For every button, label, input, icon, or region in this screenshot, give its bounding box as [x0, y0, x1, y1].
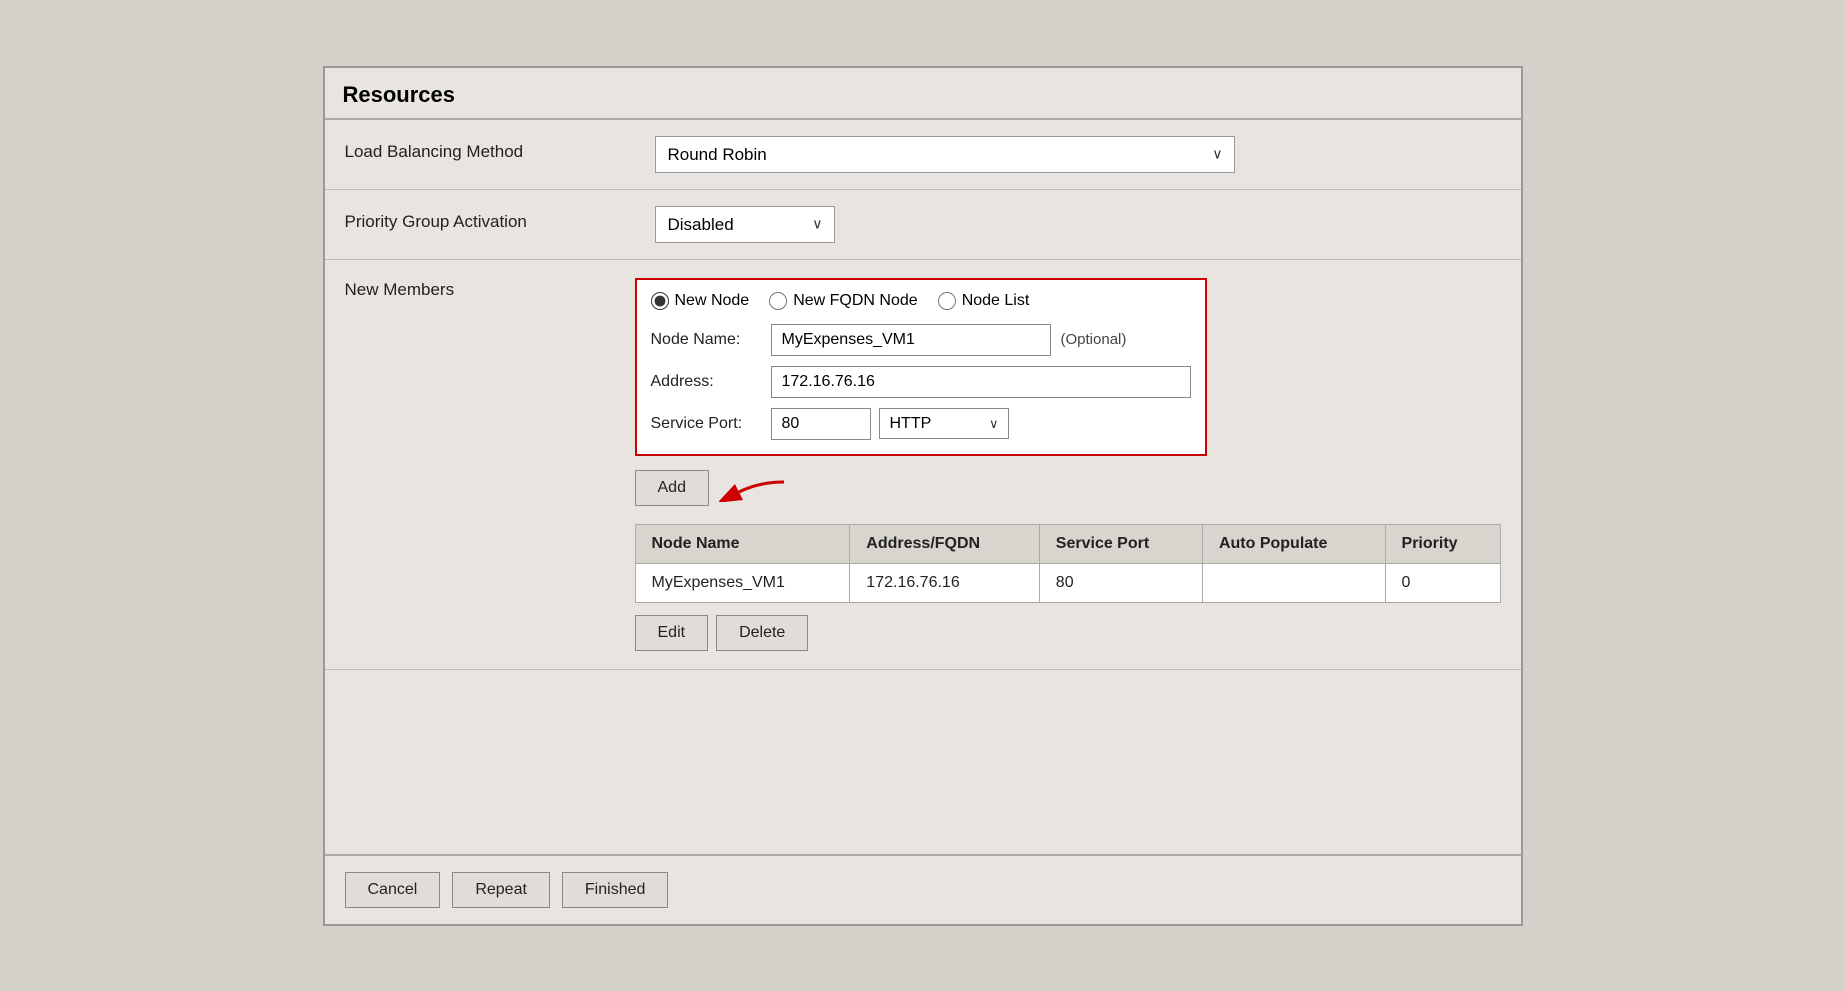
radio-new-fqdn-node[interactable]: New FQDN Node	[769, 292, 917, 310]
priority-group-select-wrapper: Disabled Enabled	[655, 206, 835, 243]
radio-node-list-label: Node List	[962, 292, 1030, 310]
add-row: Add	[635, 470, 1501, 506]
content-area: Load Balancing Method Round Robin Least …	[325, 120, 1521, 854]
radio-node-list-input[interactable]	[938, 292, 956, 310]
radio-node-list[interactable]: Node List	[938, 292, 1030, 310]
cell-priority: 0	[1385, 563, 1500, 602]
col-service-port: Service Port	[1039, 524, 1202, 563]
priority-group-select[interactable]: Disabled Enabled	[655, 206, 835, 243]
load-balancing-control: Round Robin Least Connections Fastest Ob…	[635, 124, 1521, 185]
table-actions: Edit Delete	[635, 615, 1501, 651]
load-balancing-label: Load Balancing Method	[325, 120, 635, 178]
table-body: MyExpenses_VM1 172.16.76.16 80 0	[635, 563, 1500, 602]
cell-service-port: 80	[1039, 563, 1202, 602]
table-header: Node Name Address/FQDN Service Port Auto…	[635, 524, 1500, 563]
optional-text: (Optional)	[1061, 331, 1127, 348]
address-row: Address:	[651, 366, 1191, 398]
priority-group-label: Priority Group Activation	[325, 190, 635, 248]
footer: Cancel Repeat Finished	[325, 854, 1521, 924]
main-window: Resources Load Balancing Method Round Ro…	[323, 66, 1523, 926]
new-members-content: New Node New FQDN Node Node List	[635, 260, 1521, 669]
col-auto-populate: Auto Populate	[1202, 524, 1385, 563]
table-row: MyExpenses_VM1 172.16.76.16 80 0	[635, 563, 1500, 602]
service-port-label: Service Port:	[651, 415, 771, 433]
table-header-row: Node Name Address/FQDN Service Port Auto…	[635, 524, 1500, 563]
load-balancing-select[interactable]: Round Robin Least Connections Fastest Ob…	[655, 136, 1235, 173]
new-members-row: New Members New Node New FQDN Node	[325, 260, 1521, 670]
radio-group: New Node New FQDN Node Node List	[651, 292, 1191, 310]
delete-button[interactable]: Delete	[716, 615, 808, 651]
col-node-name: Node Name	[635, 524, 850, 563]
address-label: Address:	[651, 373, 771, 391]
add-button[interactable]: Add	[635, 470, 709, 506]
load-balancing-row: Load Balancing Method Round Robin Least …	[325, 120, 1521, 190]
priority-group-row: Priority Group Activation Disabled Enabl…	[325, 190, 1521, 260]
edit-button[interactable]: Edit	[635, 615, 709, 651]
node-name-label: Node Name:	[651, 331, 771, 349]
radio-new-node-input[interactable]	[651, 292, 669, 310]
cell-auto-populate	[1202, 563, 1385, 602]
finished-button[interactable]: Finished	[562, 872, 668, 908]
service-port-row: Service Port: HTTP HTTPS FTP SSH SMTP	[651, 408, 1191, 440]
members-table: Node Name Address/FQDN Service Port Auto…	[635, 524, 1501, 603]
highlighted-box: New Node New FQDN Node Node List	[635, 278, 1207, 456]
new-members-label: New Members	[325, 260, 635, 320]
service-port-input[interactable]	[771, 408, 871, 440]
node-name-input[interactable]	[771, 324, 1051, 356]
address-input[interactable]	[771, 366, 1191, 398]
radio-new-fqdn-node-label: New FQDN Node	[793, 292, 917, 310]
radio-new-node-label: New Node	[675, 292, 750, 310]
repeat-button[interactable]: Repeat	[452, 872, 550, 908]
service-port-select[interactable]: HTTP HTTPS FTP SSH SMTP	[879, 408, 1009, 439]
load-balancing-select-wrapper: Round Robin Least Connections Fastest Ob…	[655, 136, 1235, 173]
arrow-icon	[719, 474, 789, 502]
node-name-row: Node Name: (Optional)	[651, 324, 1191, 356]
priority-group-control: Disabled Enabled	[635, 194, 1521, 255]
arrow-annotation	[719, 474, 789, 502]
radio-new-node[interactable]: New Node	[651, 292, 750, 310]
service-port-select-wrapper: HTTP HTTPS FTP SSH SMTP	[879, 408, 1009, 439]
cell-address: 172.16.76.16	[850, 563, 1040, 602]
cancel-button[interactable]: Cancel	[345, 872, 441, 908]
col-address-fqdn: Address/FQDN	[850, 524, 1040, 563]
radio-new-fqdn-node-input[interactable]	[769, 292, 787, 310]
col-priority: Priority	[1385, 524, 1500, 563]
cell-node-name: MyExpenses_VM1	[635, 563, 850, 602]
port-row: HTTP HTTPS FTP SSH SMTP	[771, 408, 1009, 440]
page-title: Resources	[325, 68, 1521, 120]
